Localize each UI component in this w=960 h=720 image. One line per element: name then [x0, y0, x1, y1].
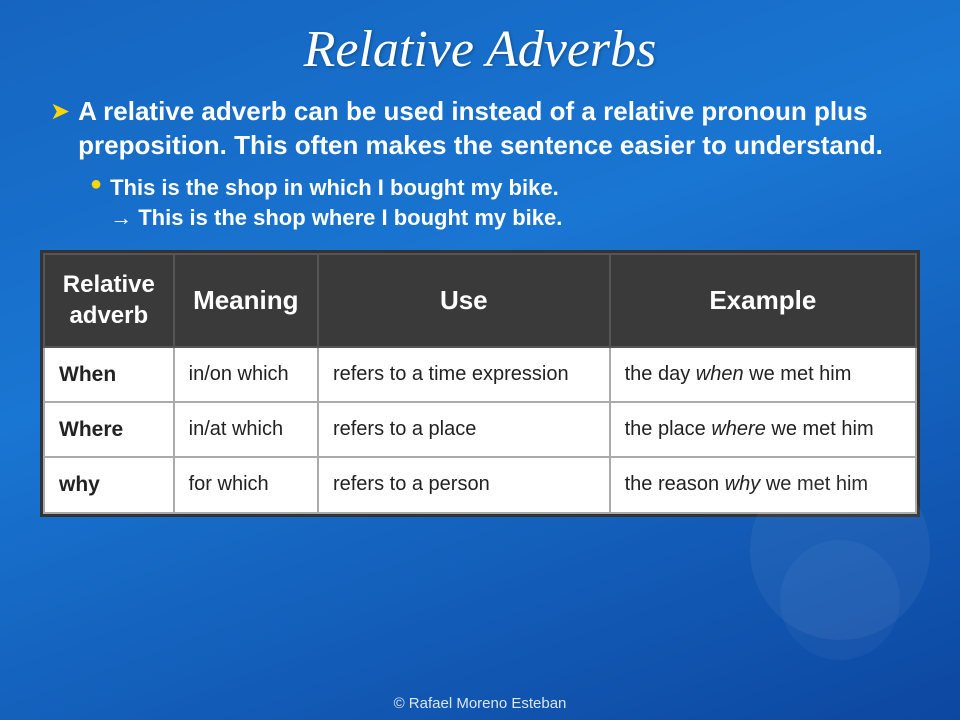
cell-adverb-when: When — [44, 347, 174, 402]
col-header-use: Use — [318, 254, 610, 346]
footer-credit: © Rafael Moreno Esteban — [0, 695, 960, 712]
cell-use-where: refers to a place — [318, 402, 610, 457]
cell-meaning-where: in/at which — [174, 402, 318, 457]
cell-use-when: refers to a time expression — [318, 347, 610, 402]
cell-meaning-why: for which — [174, 457, 318, 512]
cell-meaning-when: in/on which — [174, 347, 318, 402]
relative-adverbs-table: Relativeadverb Meaning Use Example When … — [40, 250, 920, 517]
col-header-meaning: Meaning — [174, 254, 318, 346]
page-title: Relative Adverbs — [304, 20, 657, 79]
table-row: When in/on which refers to a time expres… — [44, 347, 916, 402]
sub-bullet-dot-icon: ● — [90, 173, 102, 196]
col-header-adverb: Relativeadverb — [44, 254, 174, 346]
italic-where: where — [711, 418, 765, 440]
cell-example-where: the place where we met him — [610, 402, 916, 457]
cell-example-when: the day when we met him — [610, 347, 916, 402]
italic-why: why — [725, 473, 761, 495]
cell-adverb-where: Where — [44, 402, 174, 457]
intro-section: ➤ A relative adverb can be used instead … — [40, 95, 920, 234]
col-header-example: Example — [610, 254, 916, 346]
sub-bullet-line1: This is the shop in which I bought my bi… — [110, 175, 559, 200]
main-bullet: ➤ A relative adverb can be used instead … — [50, 95, 910, 163]
sub-bullet: ● This is the shop in which I bought my … — [90, 173, 910, 235]
italic-when: when — [696, 363, 744, 385]
table-row: Where in/at which refers to a place the … — [44, 402, 916, 457]
sub-bullet-text: This is the shop in which I bought my bi… — [110, 173, 562, 235]
cell-use-why: refers to a person — [318, 457, 610, 512]
table-header-row: Relativeadverb Meaning Use Example — [44, 254, 916, 346]
cell-example-why: the reason why we met him — [610, 457, 916, 512]
main-bullet-text: A relative adverb can be used instead of… — [78, 95, 910, 163]
bullet-arrow-icon: ➤ — [50, 97, 70, 126]
sub-bullet-line2: → This is the shop where I bought my bik… — [110, 205, 562, 230]
cell-adverb-why: why — [44, 457, 174, 512]
table-row: why for which refers to a person the rea… — [44, 457, 916, 512]
